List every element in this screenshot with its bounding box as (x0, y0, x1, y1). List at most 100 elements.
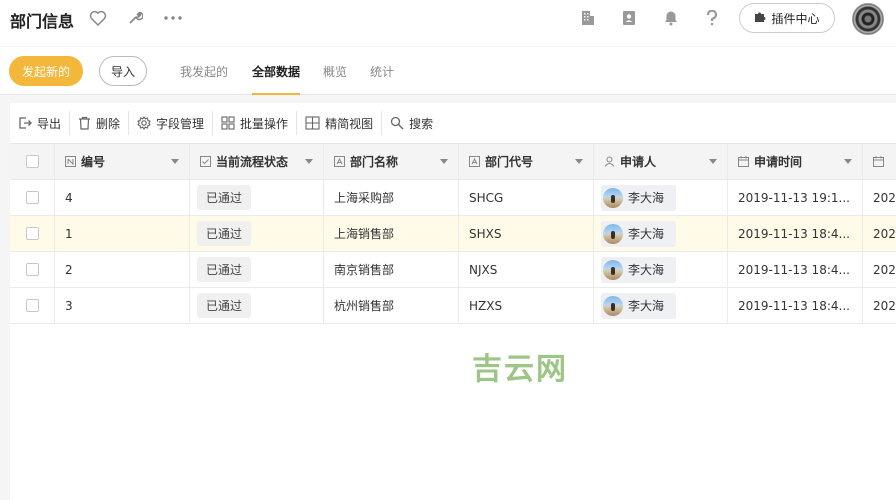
cell-apply-time[interactable]: 2019-11-13 18:4... (728, 216, 863, 251)
search-button[interactable]: 搜索 (381, 111, 441, 135)
user-chip[interactable]: 李大海 (601, 184, 677, 211)
avatar (603, 259, 623, 280)
table-header-row: 编号 当前流程状态 部门名称 部门代号 申请人 申请时间 (10, 144, 896, 180)
cell-extra[interactable]: 2020 (863, 180, 896, 215)
row-checkbox[interactable] (25, 227, 39, 240)
data-panel: 导出 删除 字段管理 批量操作 精简视图 搜索 编号 当前流程状态 部门名称 部… (10, 103, 896, 500)
table-row[interactable]: 3 已通过 杭州销售部 HZXS 李大海 2019-11-13 18:4... … (10, 288, 896, 324)
cell-dept-code[interactable]: SHXS (459, 216, 594, 251)
cell-applicant[interactable]: 李大海 (594, 180, 728, 215)
more-icon[interactable] (163, 8, 183, 28)
user-chip[interactable]: 李大海 (601, 256, 677, 283)
heart-icon[interactable] (88, 8, 108, 28)
row-checkbox[interactable] (25, 191, 39, 204)
caret-down-icon[interactable] (844, 159, 852, 164)
tab-all-data[interactable]: 全部数据 (252, 63, 301, 95)
cell-apply-time[interactable]: 2019-11-13 19:1... (728, 180, 863, 215)
row-checkbox[interactable] (25, 299, 39, 312)
cell-apply-time[interactable]: 2019-11-13 18:4... (728, 252, 863, 287)
avatar[interactable] (852, 3, 884, 35)
select-all-checkbox[interactable] (25, 155, 39, 168)
cell-extra[interactable]: 2020 (863, 252, 896, 287)
cell-status[interactable]: 已通过 (190, 180, 324, 215)
cell-applicant[interactable]: 李大海 (594, 252, 728, 287)
delete-button[interactable]: 删除 (69, 111, 128, 135)
user-name: 李大海 (628, 191, 665, 205)
field-manage-button[interactable]: 字段管理 (128, 111, 212, 135)
import-button[interactable]: 导入 (99, 56, 147, 86)
column-label: 申请时间 (754, 155, 803, 169)
status-badge: 已通过 (197, 185, 252, 210)
gear-icon (137, 116, 151, 130)
user-chip[interactable]: 李大海 (601, 220, 677, 247)
cell-id[interactable]: 1 (55, 216, 190, 251)
building-icon[interactable] (578, 8, 598, 28)
status-badge: 已通过 (197, 221, 252, 246)
column-header-applicant[interactable]: 申请人 (594, 144, 728, 179)
batch-operation-label: 批量操作 (240, 116, 289, 131)
caret-down-icon[interactable] (171, 159, 179, 164)
plugin-center-button[interactable]: 插件中心 (739, 3, 835, 33)
caret-down-icon[interactable] (440, 159, 448, 164)
caret-down-icon[interactable] (709, 159, 717, 164)
row-checkbox[interactable] (25, 263, 39, 276)
tab-bar: 发起新的 导入 我发起的 全部数据 概览 统计 (0, 47, 896, 95)
tab-my-initiated[interactable]: 我发起的 (180, 63, 228, 95)
cell-dept-name[interactable]: 上海采购部 (324, 180, 459, 215)
help-icon[interactable] (702, 8, 722, 28)
column-header-id[interactable]: 编号 (55, 144, 190, 179)
batch-operation-button[interactable]: 批量操作 (212, 111, 296, 135)
caret-down-icon[interactable] (575, 159, 583, 164)
cell-status[interactable]: 已通过 (190, 252, 324, 287)
column-label: 部门代号 (485, 155, 534, 169)
row-select-cell (10, 216, 55, 251)
cell-id[interactable]: 2 (55, 252, 190, 287)
row-select-cell (10, 252, 55, 287)
table-row[interactable]: 1 已通过 上海销售部 SHXS 李大海 2019-11-13 18:4... … (10, 216, 896, 252)
cell-applicant[interactable]: 李大海 (594, 288, 728, 323)
top-header: 部门信息 插件中心 (0, 0, 896, 46)
cell-id[interactable]: 4 (55, 180, 190, 215)
tab-overview[interactable]: 概览 (323, 63, 347, 95)
compact-view-button[interactable]: 精简视图 (296, 111, 381, 135)
column-header-dept-name[interactable]: 部门名称 (324, 144, 459, 179)
bell-icon[interactable] (661, 8, 681, 28)
status-badge: 已通过 (197, 257, 252, 282)
row-select-cell (10, 288, 55, 323)
cell-applicant[interactable]: 李大海 (594, 216, 728, 251)
user-name: 李大海 (628, 227, 665, 241)
table-row[interactable]: 4 已通过 上海采购部 SHCG 李大海 2019-11-13 19:1... … (10, 180, 896, 216)
plugin-center-label: 插件中心 (771, 11, 820, 26)
caret-down-icon[interactable] (305, 159, 313, 164)
search-label: 搜索 (409, 116, 434, 131)
trash-icon (78, 116, 91, 130)
cell-extra[interactable]: 2020 (863, 288, 896, 323)
contacts-icon[interactable] (619, 8, 639, 28)
column-header-more[interactable] (863, 144, 896, 179)
cell-dept-code[interactable]: NJXS (459, 252, 594, 287)
cell-dept-code[interactable]: HZXS (459, 288, 594, 323)
export-button[interactable]: 导出 (10, 111, 69, 135)
cell-status[interactable]: 已通过 (190, 288, 324, 323)
column-header-dept-code[interactable]: 部门代号 (459, 144, 594, 179)
watermark: 吉云网 (472, 352, 568, 387)
column-label: 当前流程状态 (216, 155, 289, 169)
tab-statistics[interactable]: 统计 (370, 63, 394, 95)
column-header-apply-time[interactable]: 申请时间 (728, 144, 863, 179)
cell-dept-name[interactable]: 杭州销售部 (324, 288, 459, 323)
cell-dept-name[interactable]: 上海销售部 (324, 216, 459, 251)
cell-apply-time[interactable]: 2019-11-13 18:4... (728, 288, 863, 323)
cell-dept-name[interactable]: 南京销售部 (324, 252, 459, 287)
table-row[interactable]: 2 已通过 南京销售部 NJXS 李大海 2019-11-13 18:4... … (10, 252, 896, 288)
cell-dept-code[interactable]: SHCG (459, 180, 594, 215)
cell-id[interactable]: 3 (55, 288, 190, 323)
cell-status[interactable]: 已通过 (190, 216, 324, 251)
delete-label: 删除 (96, 116, 121, 131)
create-new-button[interactable]: 发起新的 (9, 56, 83, 86)
user-chip[interactable]: 李大海 (601, 292, 677, 319)
cell-extra[interactable]: 2020 (863, 216, 896, 251)
avatar (603, 295, 623, 316)
column-header-status[interactable]: 当前流程状态 (190, 144, 324, 179)
wrench-icon[interactable] (125, 8, 145, 28)
column-label: 部门名称 (350, 155, 399, 169)
